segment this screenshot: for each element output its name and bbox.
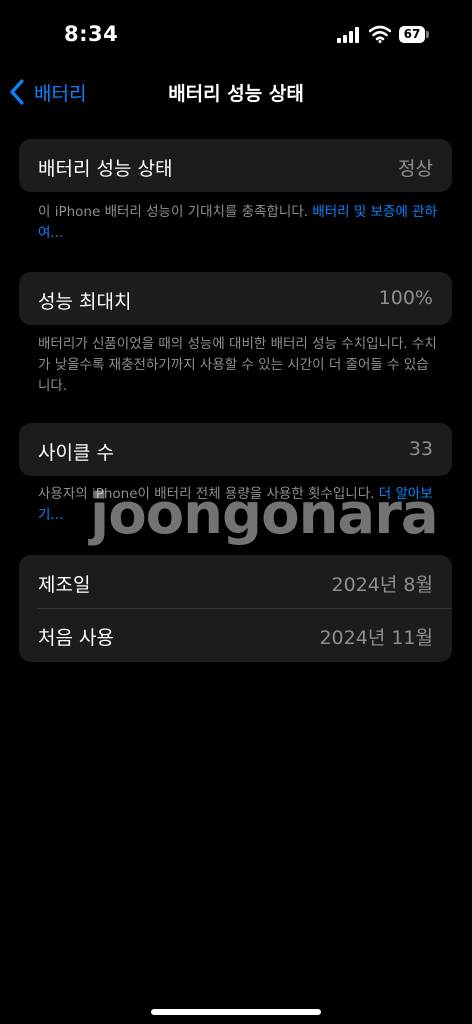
first-use-label: 처음 사용: [38, 627, 114, 649]
first-use-value: 2024년 11월: [319, 627, 433, 649]
cycle-count-value: 33: [408, 438, 433, 460]
status-time: 8:34: [64, 22, 119, 46]
max-capacity-label: 성능 최대치: [38, 291, 132, 313]
battery-health-row: 배터리 성능 상태 정상: [19, 139, 452, 192]
page-title: 배터리 성능 상태: [168, 83, 304, 105]
max-capacity-row: 성능 최대치 100%: [19, 272, 452, 325]
cellular-signal-icon: [337, 27, 359, 43]
cycle-count-card: 사이클 수 33: [19, 423, 452, 476]
max-capacity-value: 100%: [378, 287, 433, 309]
wifi-icon: [369, 25, 391, 43]
manufacture-date-value: 2024년 8월: [331, 574, 433, 596]
navigation-bar: 배터리 배터리 성능 상태: [0, 70, 472, 114]
cycle-count-label: 사이클 수: [38, 442, 114, 464]
cycle-count-note: 사용자의 iPhone이 배터리 전체 용량을 사용한 횟수입니다.: [38, 486, 375, 502]
battery-health-note: 이 iPhone 배터리 성능이 기대치를 충족합니다.: [38, 204, 309, 220]
max-capacity-note: 배터리가 신품이었을 때의 성능에 대비한 배터리 성능 수치입니다. 수치가 …: [38, 336, 437, 394]
battery-health-label: 배터리 성능 상태: [38, 158, 173, 180]
cycle-count-row: 사이클 수 33: [19, 423, 452, 476]
first-use-row: 처음 사용 2024년 11월: [19, 608, 452, 661]
battery-icon: 67: [399, 26, 429, 43]
status-bar: 8:34 67: [0, 0, 472, 70]
dates-card: 제조일 2024년 8월 처음 사용 2024년 11월: [19, 555, 452, 662]
battery-health-value: 정상: [398, 158, 433, 180]
manufacture-date-label: 제조일: [38, 574, 91, 596]
battery-health-footnote: 이 iPhone 배터리 성능이 기대치를 충족합니다. 배터리 및 보증에 관…: [38, 202, 438, 244]
battery-level: 67: [403, 27, 421, 41]
manufacture-date-row: 제조일 2024년 8월: [19, 555, 452, 609]
max-capacity-card: 성능 최대치 100%: [19, 272, 452, 325]
battery-tip: [426, 31, 429, 38]
battery-health-card: 배터리 성능 상태 정상: [19, 139, 452, 192]
max-capacity-footnote: 배터리가 신품이었을 때의 성능에 대비한 배터리 성능 수치입니다. 수치가 …: [38, 334, 438, 397]
home-indicator[interactable]: [151, 1009, 321, 1015]
cycle-count-footnote: 사용자의 iPhone이 배터리 전체 용량을 사용한 횟수입니다. 더 알아보…: [38, 484, 438, 526]
